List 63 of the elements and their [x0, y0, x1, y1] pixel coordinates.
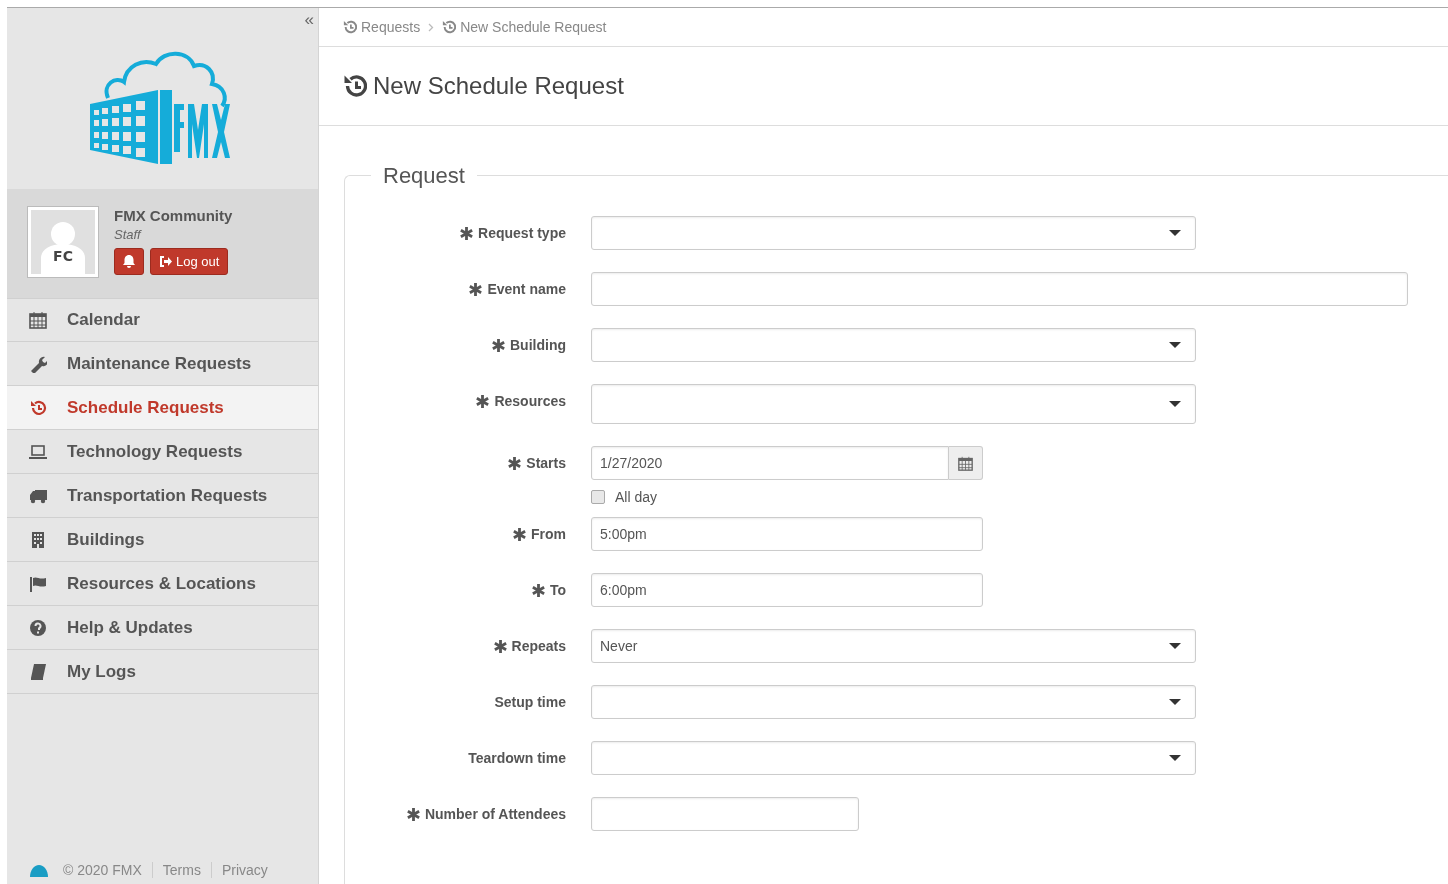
checkbox-label: All day — [615, 489, 658, 505]
history-icon — [343, 20, 357, 34]
text-field[interactable] — [591, 272, 1408, 306]
question-circle-icon — [29, 618, 47, 637]
caret-down-icon — [1169, 755, 1181, 761]
text-field[interactable]: 5:00pm — [591, 517, 983, 551]
copyright-text: © 2020 FMX — [63, 862, 153, 878]
field-label: Setup time — [493, 693, 566, 712]
collapse-button[interactable]: « — [304, 10, 314, 30]
breadcrumb-link[interactable]: Requests — [343, 19, 421, 35]
dropdown[interactable] — [591, 384, 1196, 424]
logout-button[interactable]: Log out — [150, 248, 229, 275]
nav-item[interactable]: My Logs — [7, 650, 318, 694]
avatar-initials: FC — [52, 248, 74, 264]
text-field[interactable]: 6:00pm — [591, 573, 983, 607]
calendar-icon — [29, 311, 47, 329]
page-title: New Schedule Request — [373, 72, 624, 100]
text-field[interactable] — [591, 797, 859, 831]
field-label: Request type — [345, 216, 566, 250]
field-label: Event name — [345, 272, 566, 306]
dropdown[interactable] — [591, 328, 1196, 362]
user-name: FMX Community — [114, 207, 233, 224]
caret-down-icon — [1169, 342, 1181, 348]
breadcrumb-link[interactable]: New Schedule Request — [442, 19, 607, 35]
nav-item[interactable]: Calendar — [7, 298, 318, 342]
field-label: Teardown time — [467, 749, 566, 768]
date-field[interactable]: 1/27/2020 — [591, 446, 949, 480]
history-icon — [442, 20, 457, 34]
calendar-icon — [958, 455, 973, 471]
dropdown[interactable] — [591, 685, 1196, 719]
dropdown[interactable] — [591, 741, 1196, 775]
notifications-button[interactable] — [114, 248, 144, 275]
caret-down-icon — [1169, 643, 1181, 649]
history-icon — [29, 398, 47, 417]
flag-icon — [29, 574, 47, 593]
nav-item[interactable]: Help & Updates — [7, 606, 318, 650]
field-label: To — [345, 573, 566, 607]
field-label: Starts — [345, 446, 566, 480]
caret-down-icon — [1169, 401, 1181, 407]
checkbox[interactable] — [591, 490, 605, 504]
building-icon — [29, 530, 47, 549]
nav-item[interactable]: Schedule Requests — [7, 386, 318, 430]
field-label: From — [345, 517, 566, 551]
dropdown[interactable]: Never — [591, 629, 1196, 663]
caret-down-icon — [1169, 699, 1181, 705]
calendar-button[interactable] — [949, 446, 983, 480]
wrench-icon — [29, 354, 47, 373]
user-role: Staff — [114, 227, 143, 242]
chevron-right-icon — [428, 22, 435, 32]
field-label: Resources — [345, 384, 566, 418]
field-label: Repeats — [345, 629, 566, 663]
dropdown[interactable] — [591, 216, 1196, 250]
field-label: Number of Attendees — [345, 797, 566, 831]
bell-icon — [123, 255, 135, 268]
caret-down-icon — [1169, 230, 1181, 236]
nav-item[interactable]: Resources & Locations — [7, 562, 318, 606]
field-label: Building — [345, 328, 566, 362]
sign-out-icon — [159, 256, 172, 267]
history-icon — [343, 74, 367, 98]
nav-item[interactable]: Technology Requests — [7, 430, 318, 474]
nav-item[interactable]: Transportation Requests — [7, 474, 318, 518]
nav-item[interactable]: Buildings — [7, 518, 318, 562]
laptop-icon — [29, 442, 47, 461]
